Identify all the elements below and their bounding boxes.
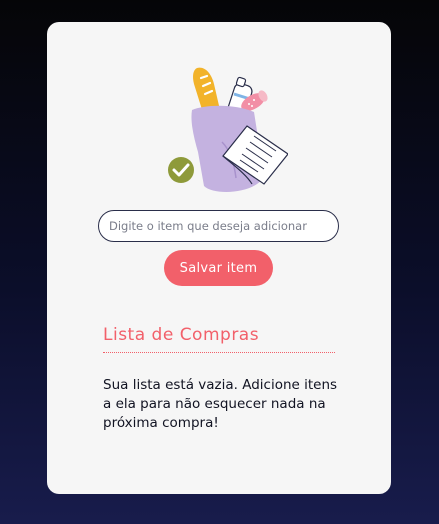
grocery-bag-illustration <box>168 67 288 192</box>
save-item-button[interactable]: Salvar item <box>164 250 273 286</box>
check-circle-icon <box>168 157 194 183</box>
empty-list-message: Sua lista está vazia. Adicione itens a e… <box>103 377 338 431</box>
item-input[interactable] <box>98 210 339 242</box>
title-divider <box>103 352 335 353</box>
shopping-list-card: Salvar item Lista de Compras Sua lista e… <box>47 22 391 494</box>
list-title: Lista de Compras <box>103 325 260 345</box>
